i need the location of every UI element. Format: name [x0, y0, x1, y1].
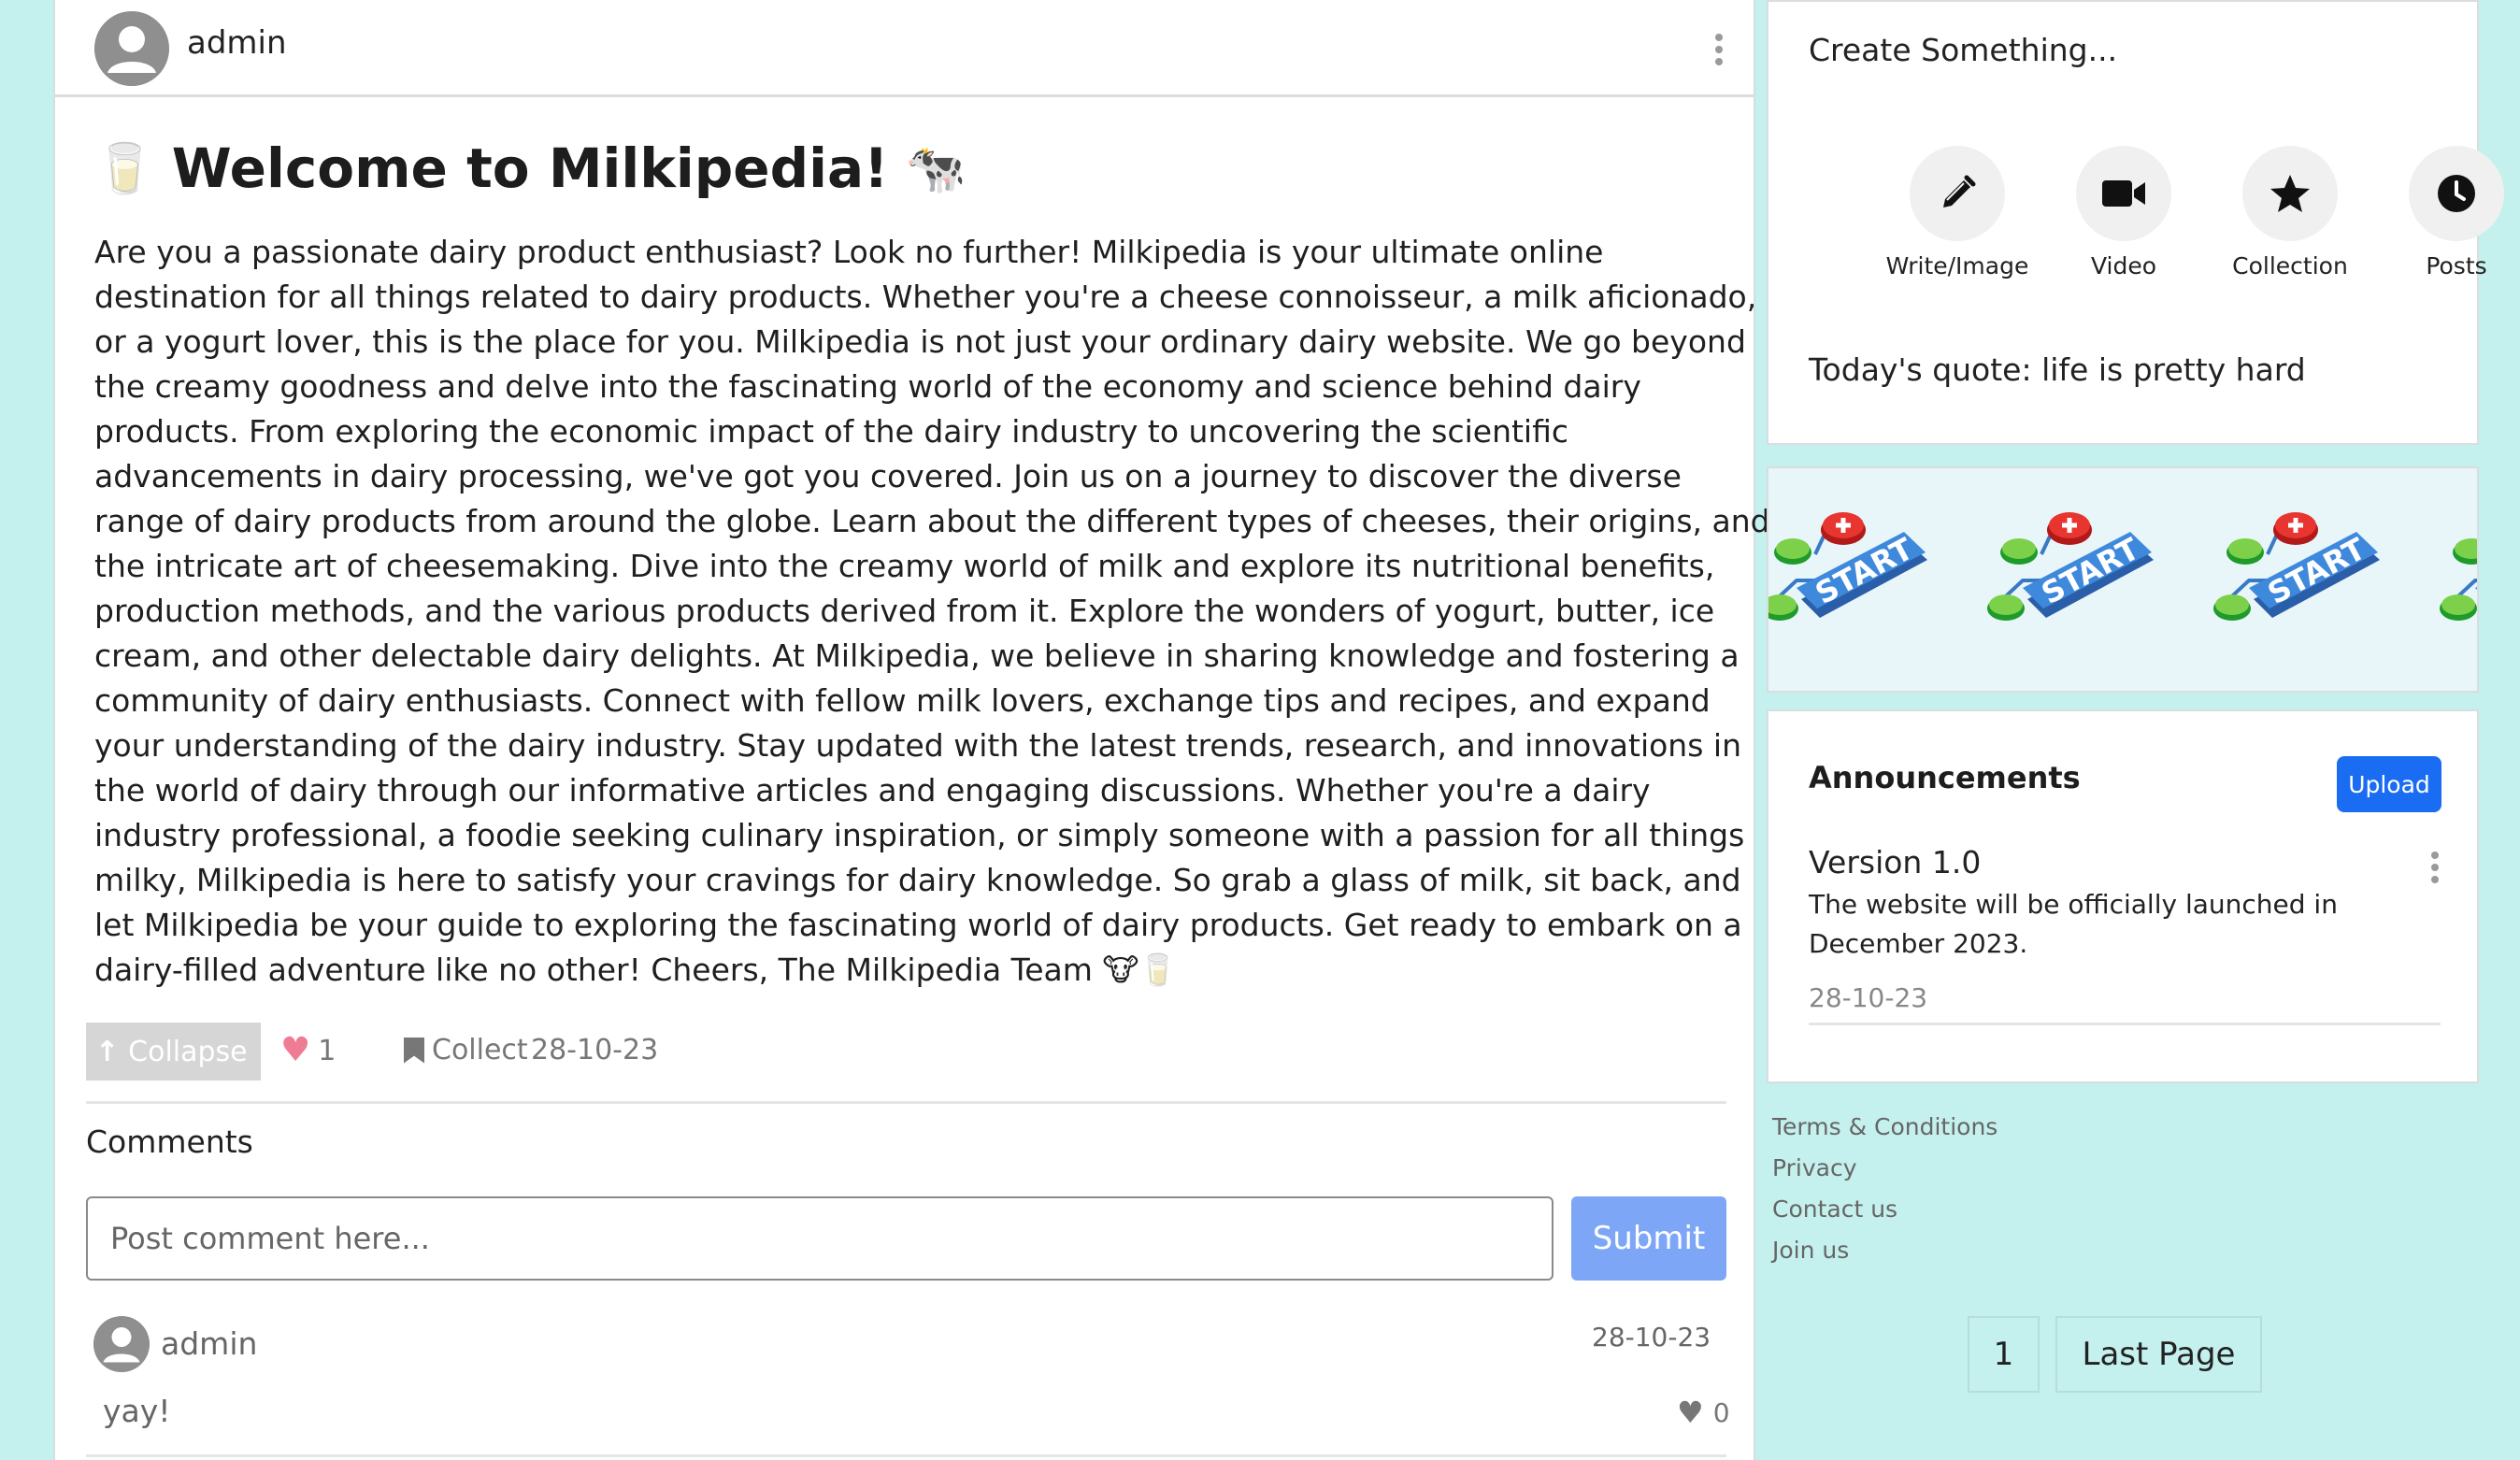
video-camera-icon	[2102, 180, 2145, 207]
daily-quote: Today's quote: life is pretty hard	[1809, 351, 2306, 388]
start-banner[interactable]: START	[1767, 466, 2479, 693]
video-label: Video	[2090, 252, 2157, 279]
post-header: admin	[55, 0, 1754, 97]
collection-label: Collection	[2232, 252, 2348, 279]
collect-button[interactable]: Collect	[404, 1034, 528, 1066]
create-panel: Create Something... Write/Image Video Co…	[1767, 0, 2504, 445]
terms-link[interactable]: Terms & Conditions	[1772, 1107, 1997, 1148]
footer-links: Terms & Conditions Privacy Contact us Jo…	[1772, 1107, 1997, 1271]
join-link[interactable]: Join us	[1772, 1230, 1997, 1271]
post-title: 🥛 Welcome to Milkipedia! 🐄	[94, 136, 966, 200]
write-circle	[1910, 146, 2005, 241]
submit-button[interactable]: Submit	[1571, 1196, 1726, 1281]
heart-icon: ♥	[1677, 1395, 1704, 1430]
video-button[interactable]: Video	[2040, 146, 2208, 279]
comment-input[interactable]	[86, 1196, 1554, 1281]
collection-circle	[2242, 146, 2338, 241]
upload-button[interactable]: Upload	[2337, 756, 2441, 812]
comment-like-count: 0	[1712, 1396, 1730, 1428]
post-body: Are you a passionate dairy product enthu…	[94, 234, 1770, 988]
divider	[86, 1101, 1726, 1104]
posts-button[interactable]: Posts	[2372, 146, 2520, 279]
star-icon	[2270, 175, 2310, 212]
post-card: admin 🥛 Welcome to Milkipedia! 🐄 Are you…	[53, 0, 1770, 1460]
like-count: 1	[318, 1034, 336, 1067]
page-1-button[interactable]: 1	[1968, 1316, 2040, 1393]
arrow-up-icon: ↑	[95, 1035, 120, 1068]
announcements-panel: Announcements Upload Version 1.0 The web…	[1767, 709, 2479, 1083]
collect-label: Collect	[432, 1034, 528, 1066]
collapse-button[interactable]: ↑ Collapse	[86, 1023, 261, 1081]
write-image-button[interactable]: Write/Image	[1873, 146, 2041, 279]
contact-link[interactable]: Contact us	[1772, 1189, 1997, 1230]
last-page-button[interactable]: Last Page	[2055, 1316, 2262, 1393]
announcement-menu-icon[interactable]	[2428, 852, 2441, 883]
comment-like-button[interactable]: ♥ 0	[1677, 1395, 1730, 1430]
create-title: Create Something...	[1809, 32, 2118, 68]
user-icon	[94, 11, 169, 86]
post-title-text: Welcome to Milkipedia!	[171, 136, 889, 200]
announcements-title: Announcements	[1809, 760, 2081, 795]
post-menu-icon[interactable]	[1712, 34, 1725, 65]
cow-icon: 🐄	[905, 140, 966, 197]
like-button[interactable]: ♥ 1	[280, 1034, 336, 1067]
write-image-label: Write/Image	[1885, 252, 2029, 279]
comment-text: yay!	[103, 1393, 171, 1429]
announcement-version: Version 1.0	[1809, 844, 1982, 880]
page: admin 🥛 Welcome to Milkipedia! 🐄 Are you…	[0, 0, 2520, 1460]
video-circle	[2076, 146, 2171, 241]
post-author[interactable]: admin	[187, 24, 287, 62]
clock-icon	[2438, 175, 2475, 212]
comments-heading: Comments	[86, 1124, 253, 1160]
comment-item: admin 28-10-23 yay! ♥ 0	[86, 1309, 1731, 1460]
avatar[interactable]	[94, 11, 169, 86]
posts-label: Posts	[2426, 252, 2487, 279]
collection-button[interactable]: Collection	[2206, 146, 2374, 279]
posts-circle	[2409, 146, 2504, 241]
milk-glass-icon: 🥛	[94, 140, 155, 197]
announcement-text: The website will be officially launched …	[1809, 889, 2338, 959]
divider	[1809, 1023, 2441, 1025]
start-banner-image: START	[1768, 468, 2479, 693]
comment-author[interactable]: admin	[161, 1325, 257, 1362]
divider	[86, 1454, 1726, 1457]
collapse-label: Collapse	[128, 1035, 248, 1068]
bookmark-icon	[404, 1037, 424, 1064]
heart-icon: ♥	[280, 1031, 311, 1069]
announcement-date: 28-10-23	[1809, 982, 1928, 1013]
privacy-link[interactable]: Privacy	[1772, 1148, 1997, 1189]
post-actions: ↑ Collapse ♥ 1 Collect 28-10-23	[86, 1023, 1694, 1081]
pencil-icon	[1943, 175, 1976, 208]
post-date: 28-10-23	[531, 1034, 659, 1066]
user-icon	[93, 1316, 150, 1372]
comment-avatar[interactable]	[93, 1316, 150, 1372]
comment-date: 28-10-23	[1592, 1322, 1711, 1353]
